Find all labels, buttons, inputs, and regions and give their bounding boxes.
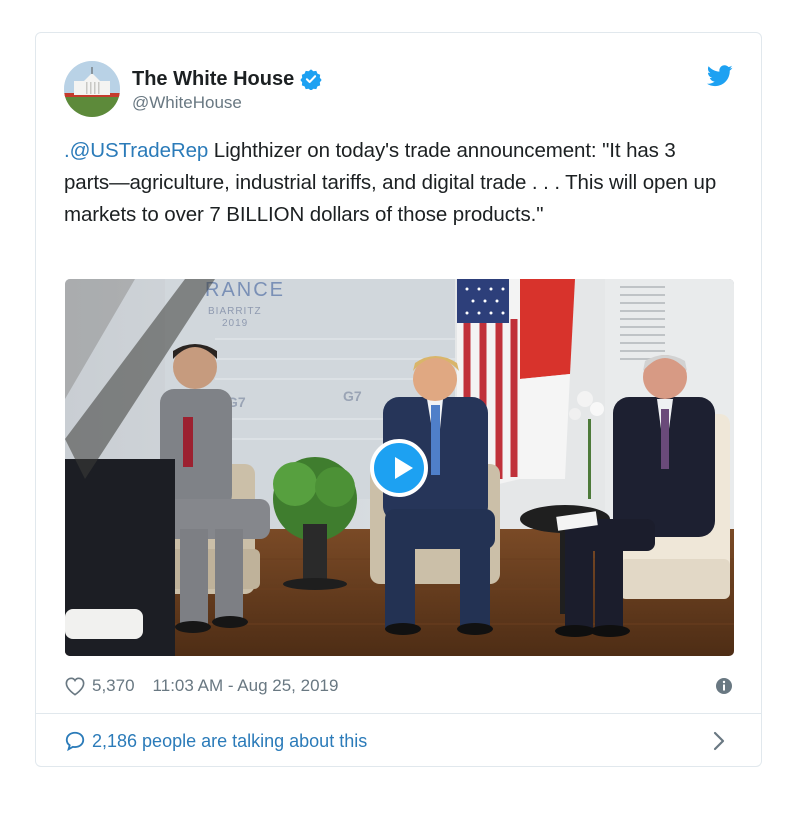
tweet-timestamp[interactable]: 11:03 AM - Aug 25, 2019 xyxy=(153,676,339,696)
backdrop-city: BIARRITZ xyxy=(208,306,262,317)
white-house-avatar[interactable] xyxy=(64,61,120,117)
backdrop-year: 2019 xyxy=(222,318,248,329)
backdrop-country: RANCE xyxy=(205,279,285,301)
conversation-label[interactable]: 2,186 people are talking about this xyxy=(92,731,367,752)
speech-bubble-icon xyxy=(64,730,86,752)
tweet-header: The White House @WhiteHouse xyxy=(64,61,733,117)
video-thumbnail[interactable]: RANCE BIARRITZ 2019 G7 G7 xyxy=(65,279,734,656)
divider xyxy=(36,713,761,714)
tweet-body: .@USTradeRep Lighthizer on today's trade… xyxy=(64,135,724,231)
verified-badge-icon xyxy=(300,68,322,91)
twitter-bird-icon[interactable] xyxy=(706,65,733,87)
conversation-link[interactable]: 2,186 people are talking about this xyxy=(64,727,733,755)
chevron-right-icon[interactable] xyxy=(713,731,725,751)
mention-link[interactable]: .@USTradeRep xyxy=(64,139,208,162)
embedded-tweet-card: The White House @WhiteHouse .@USTradeRep… xyxy=(35,32,762,767)
tweet-meta: 5,370 11:03 AM - Aug 25, 2019 xyxy=(64,673,733,699)
author-name[interactable]: The White House xyxy=(132,68,294,91)
author-handle[interactable]: @WhiteHouse xyxy=(132,93,322,113)
like-count[interactable]: 5,370 xyxy=(92,676,135,696)
play-icon[interactable] xyxy=(370,439,428,497)
info-icon[interactable] xyxy=(715,677,733,695)
author-block[interactable]: The White House @WhiteHouse xyxy=(132,67,322,113)
heart-icon[interactable] xyxy=(64,676,86,696)
backdrop-summit-right: G7 xyxy=(343,388,362,404)
